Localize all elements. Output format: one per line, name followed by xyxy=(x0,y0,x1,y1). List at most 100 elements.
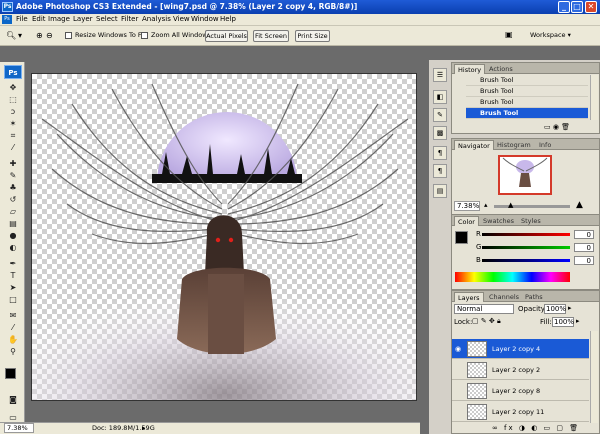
history-brush-icon[interactable]: ↺ xyxy=(6,194,20,205)
dropdown-arrow-icon[interactable]: ▾ xyxy=(18,31,22,41)
opacity-field[interactable]: 100% xyxy=(544,304,566,314)
clone-stamp-icon[interactable]: ♣ xyxy=(6,182,20,193)
visibility-toggle[interactable] xyxy=(455,366,463,374)
menu-edit[interactable]: Edit xyxy=(32,15,46,23)
menu-analysis[interactable]: Analysis xyxy=(142,15,171,23)
opacity-arrow-icon[interactable]: ▸ xyxy=(568,304,572,312)
zoom-in-icon[interactable]: ⊕ xyxy=(36,31,43,41)
zoom-level-field[interactable]: 7.38% xyxy=(4,423,34,433)
menu-help[interactable]: Help xyxy=(220,15,236,23)
blue-value[interactable]: 0 xyxy=(574,256,594,265)
panel-icon-7[interactable]: ▤ xyxy=(433,184,447,198)
workspace-menu[interactable]: Workspace ▾ xyxy=(530,31,571,39)
close-button[interactable]: ✕ xyxy=(585,1,597,13)
blur-tool-icon[interactable]: ● xyxy=(6,230,20,241)
ps-menu-icon[interactable]: Ps xyxy=(2,15,12,24)
blend-mode-select[interactable]: Normal xyxy=(454,304,514,314)
slider-thumb-icon[interactable]: ▲ xyxy=(508,201,513,209)
menu-window[interactable]: Window xyxy=(191,15,219,23)
type-tool-icon[interactable]: T xyxy=(6,270,20,281)
navigator-zoom-field[interactable]: 7.38% xyxy=(454,201,480,211)
shape-tool-icon[interactable]: □ xyxy=(6,294,20,305)
red-value[interactable]: 0 xyxy=(574,230,594,239)
eyedropper-3d-icon[interactable]: ⁄ xyxy=(6,322,20,333)
healing-brush-icon[interactable]: ✚ xyxy=(6,158,20,169)
tab-histogram[interactable]: Histogram xyxy=(494,140,534,150)
zoom-tool-icon-2[interactable]: ⚲ xyxy=(6,346,20,357)
red-slider[interactable] xyxy=(482,233,570,236)
actual-pixels-button[interactable]: Actual Pixels xyxy=(205,30,248,42)
pen-tool-icon[interactable]: ✒ xyxy=(6,258,20,269)
layer-row[interactable]: Layer 2 copy 2 xyxy=(452,360,589,380)
visibility-eye-icon[interactable]: ◉ xyxy=(455,345,463,353)
minimize-button[interactable]: _ xyxy=(558,1,570,13)
tab-info[interactable]: Info xyxy=(536,140,554,150)
maximize-button[interactable]: □ xyxy=(571,1,583,13)
layer-row[interactable]: Layer 2 copy 11 xyxy=(452,402,589,422)
layer-row[interactable]: Layer 2 copy 8 xyxy=(452,381,589,401)
gradient-tool-icon[interactable]: ▤ xyxy=(6,218,20,229)
tab-navigator[interactable]: Navigator xyxy=(454,140,494,150)
hand-tool-icon[interactable]: ✋ xyxy=(6,334,20,345)
menu-select[interactable]: Select xyxy=(96,15,118,23)
zoom-all-windows-checkbox[interactable] xyxy=(141,32,148,39)
layers-scrollbar[interactable] xyxy=(590,331,598,423)
path-selection-icon[interactable]: ➤ xyxy=(6,282,20,293)
tab-history[interactable]: History xyxy=(454,64,486,74)
tab-channels[interactable]: Channels xyxy=(486,292,522,302)
panel-icon-4[interactable]: ▩ xyxy=(433,126,447,140)
tab-paths[interactable]: Paths xyxy=(522,292,546,302)
crop-tool-icon[interactable]: ⌗ xyxy=(6,130,20,141)
tab-layers[interactable]: Layers xyxy=(454,292,484,302)
notes-tool-icon[interactable]: ✉ xyxy=(6,310,20,321)
fit-screen-button[interactable]: Fit Screen xyxy=(253,30,289,42)
marquee-tool-icon[interactable]: ⬚ xyxy=(6,94,20,105)
green-value[interactable]: 0 xyxy=(574,243,594,252)
panel-icon-5[interactable]: ¶ xyxy=(433,146,447,160)
lasso-tool-icon[interactable]: ↄ xyxy=(6,106,20,117)
menu-layer[interactable]: Layer xyxy=(73,15,93,23)
history-footer-icons[interactable]: ▭ ◉ 🗑︎ xyxy=(544,123,570,131)
document-canvas[interactable] xyxy=(31,73,417,401)
eyedropper-icon[interactable]: ⁄ xyxy=(6,142,20,153)
color-foreground-swatch[interactable] xyxy=(455,231,468,244)
resize-windows-checkbox[interactable] xyxy=(65,32,72,39)
quick-mask-icon[interactable]: ◙ xyxy=(6,394,20,405)
lock-icons[interactable]: ▢ ✎ ✥ 🔒︎ xyxy=(472,317,501,326)
foreground-color-swatch[interactable] xyxy=(5,368,16,379)
layer-row-selected[interactable]: ◉ Layer 2 copy 4 xyxy=(452,339,589,359)
tab-styles[interactable]: Styles xyxy=(518,216,544,226)
menu-view[interactable]: View xyxy=(173,15,190,23)
eraser-icon[interactable]: ▱ xyxy=(6,206,20,217)
panel-icon-2[interactable]: ◧ xyxy=(433,90,447,104)
layers-footer-icons[interactable]: ∞ fx ◑ ◐ ▭ ▢ 🗑︎ xyxy=(492,424,580,432)
brush-tool-icon[interactable]: ✎ xyxy=(6,170,20,181)
visibility-toggle[interactable] xyxy=(455,387,463,395)
tab-color[interactable]: Color xyxy=(454,216,479,226)
menu-file[interactable]: File xyxy=(16,15,28,23)
status-menu-arrow-icon[interactable]: ▸ xyxy=(142,423,145,434)
panel-icon-1[interactable]: ☰ xyxy=(433,68,447,82)
dodge-tool-icon[interactable]: ◐ xyxy=(6,242,20,253)
tab-swatches[interactable]: Swatches xyxy=(480,216,517,226)
history-scrollbar[interactable] xyxy=(590,75,598,120)
zoom-out-icon[interactable]: ⊖ xyxy=(46,31,53,41)
history-item[interactable]: Brush Tool xyxy=(466,86,588,97)
fill-field[interactable]: 100% xyxy=(552,317,574,327)
menu-image[interactable]: Image xyxy=(48,15,70,23)
fill-arrow-icon[interactable]: ▸ xyxy=(576,317,580,325)
navigator-preview[interactable] xyxy=(498,155,552,195)
history-item[interactable]: Brush Tool xyxy=(466,75,588,86)
zoom-out-mountain-icon[interactable]: ▴ xyxy=(484,201,488,209)
history-item[interactable]: Brush Tool xyxy=(466,97,588,108)
visibility-toggle[interactable] xyxy=(455,408,463,416)
blue-slider[interactable] xyxy=(482,259,570,262)
history-item-selected[interactable]: Brush Tool xyxy=(466,108,588,119)
move-tool-icon[interactable]: ✥ xyxy=(6,82,20,93)
panel-icon-3[interactable]: ✎ xyxy=(433,108,447,122)
print-size-button[interactable]: Print Size xyxy=(295,30,330,42)
panel-icon-6[interactable]: ¶ xyxy=(433,164,447,178)
bridge-icon[interactable]: ▣ xyxy=(505,30,513,40)
tab-actions[interactable]: Actions xyxy=(486,64,516,74)
magic-wand-icon[interactable]: ✶ xyxy=(6,118,20,129)
